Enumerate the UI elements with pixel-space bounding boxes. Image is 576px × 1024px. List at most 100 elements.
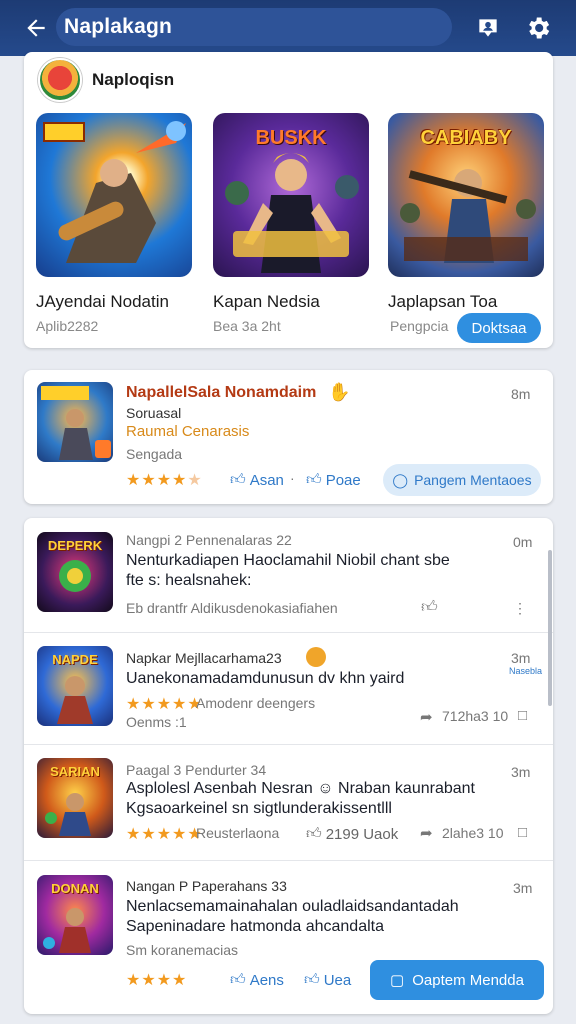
settings-button[interactable] (520, 10, 556, 46)
thumbs-up-icon[interactable]: 👍︎ (421, 598, 438, 617)
feed-action-2-label: Uea (323, 971, 352, 989)
feed-thumbnail: SARIAN (37, 758, 113, 838)
promo-action-2-label: Poae (325, 471, 361, 489)
bookmark-icon[interactable]: □ (518, 824, 527, 841)
featured-channel-name: Naploqisn (92, 70, 175, 89)
feed-text: Nenturkadiapen Haoclamahil Niobil chant … (126, 552, 450, 569)
feed-rating-stars: ★★★★★ (126, 696, 203, 713)
arrow-left-icon (27, 19, 45, 37)
promo-subtitle: Soruasal (126, 405, 182, 421)
feed-thumbnail: DONAN (37, 875, 113, 955)
game-tile-1[interactable] (36, 113, 192, 277)
download-button[interactable]: Doktsaa (457, 313, 541, 343)
feed-tag: Nasebla (509, 666, 543, 676)
dot-separator: · (290, 470, 295, 486)
feed-time: 3m (513, 880, 533, 896)
promo-card[interactable]: NapallelSala Nonamdaim ✋ 8m Soruasal Rau… (24, 370, 553, 504)
feed-text-2: Kgsaoarkeinel sn sigtlunderakissentlll (126, 800, 392, 817)
featured-card: Naploqisn BUSKK CABIABY JAyendai Nodatin… (24, 52, 553, 348)
gear-icon (529, 17, 550, 39)
game-art-title: BUSKK (255, 127, 327, 149)
badge-icon (306, 647, 326, 667)
top-app-bar: Naplakagn (0, 0, 576, 56)
feed-action-label: 2199 Uaok (325, 825, 399, 843)
profile-button[interactable] (470, 10, 506, 46)
feed-rating-text: Reusterlaona (196, 825, 280, 841)
feed-action[interactable]: 👍︎ 2199 Uaok (306, 825, 398, 843)
feed-thumbnail: DEPERK (37, 532, 113, 612)
thumbs-up-icon: 👍︎ (306, 471, 322, 488)
feed-action-1-label: Aens (249, 971, 284, 989)
feed-text: Nenlacsemamainahalan ouladlaidsandantada… (126, 898, 459, 915)
feed-thumbnail: NAPDE (37, 646, 113, 726)
thumbs-up-icon: 👍︎ (230, 471, 246, 488)
feed-time: 0m (513, 534, 533, 550)
game-tile-3-subtitle: Pengpcia (390, 318, 449, 334)
promo-genre: Sengada (126, 446, 183, 462)
divider (24, 632, 553, 633)
feed-time: 3m (511, 650, 531, 666)
featured-header: Naploqisn (38, 56, 174, 104)
scrollbar[interactable] (548, 550, 552, 706)
feed-thumb-title: NAPDE (52, 652, 98, 667)
feed-thumb-title: DEPERK (47, 538, 103, 553)
promo-rating-stars: ★★★★★ (126, 472, 203, 489)
promo-button[interactable]: ◯ Pangem Mentaoes (383, 464, 541, 496)
feed-meta: Nangpi 2 Pennenalaras 22 (126, 532, 292, 548)
promo-like-icon: ✋ (328, 382, 351, 402)
promo-thumbnail (37, 382, 113, 462)
share-icon[interactable]: ➦ (420, 708, 433, 726)
game-tile-2[interactable]: BUSKK (213, 113, 369, 277)
feed-text: Asplolesl Asenbah Nesran ☺ Nraban kaunra… (126, 780, 475, 797)
avatar[interactable] (38, 58, 82, 102)
feed-rating-stars: ★★★★★ (126, 826, 203, 843)
promo-time: 8m (511, 386, 531, 402)
feed-action-1[interactable]: 👍︎ Aens (230, 971, 284, 989)
feed-meta: Paagal 3 Pendurter 34 (126, 762, 267, 778)
feed-thumb-title: SARIAN (50, 764, 100, 779)
promo-title: NapallelSala Nonamdaim (126, 384, 317, 401)
feed-meta: Napkar Mejllacarhama23 (126, 650, 282, 666)
feed-count: 712ha3 10 (442, 708, 509, 724)
promo-action-2[interactable]: 👍︎ Poae (306, 471, 361, 489)
feed-action-2[interactable]: 👍︎ Uea (304, 971, 351, 989)
promo-category: Raumal Cenarasis (126, 423, 250, 440)
game-tile-3[interactable]: CABIABY (388, 113, 544, 277)
game-tile-2-title[interactable]: Kapan Nedsia (213, 292, 320, 312)
share-icon[interactable]: ➦ (420, 824, 433, 842)
game-tile-3-title[interactable]: Japlapsan Toa (388, 292, 497, 312)
divider (24, 744, 553, 745)
feed-sub: Oenms :1 (126, 714, 187, 730)
feed-text-2: Sapeninadare hatmonda ahcandalta (126, 918, 384, 935)
title-search-field[interactable]: Naplakagn (56, 8, 452, 46)
feed-rating-text: Amodenr deengers (196, 695, 316, 711)
feed-text-2: fte s: healsnahek: (126, 572, 252, 589)
feed-thumb-title: DONAN (51, 881, 99, 896)
promo-action-1[interactable]: 👍︎ Asan (230, 471, 284, 489)
feed-meta: Nangan P Paperahans 33 (126, 878, 287, 894)
chat-icon: ▢ (390, 972, 405, 989)
feed-footer: Eb drantfr Aldikusdenokasiafiahen (126, 600, 338, 616)
feed-primary-button-label: Oaptem Mendda (412, 971, 524, 989)
feed-card: DEPERK Nangpi 2 Pennenalaras 22 0m Nentu… (24, 518, 553, 1014)
promo-button-label: Pangem Mentaoes (414, 472, 532, 488)
person-badge-icon (479, 19, 497, 37)
game-tile-1-subtitle: Aplib2282 (36, 318, 99, 334)
circle-icon: ◯ (392, 471, 409, 488)
back-button[interactable] (18, 10, 54, 46)
feed-time: 3m (511, 764, 531, 780)
thumbs-up-icon: 👍︎ (306, 825, 322, 842)
game-tile-1-title[interactable]: JAyendai Nodatin (36, 292, 169, 312)
divider (24, 860, 553, 861)
feed-rating-stars: ★★★★ (126, 972, 188, 989)
feed-text: Uanekonamadamdunusun dv khn yaird (126, 670, 405, 687)
game-tile-2-subtitle: Bea 3a 2ht (213, 318, 281, 334)
feed-sub: Sm koranemacias (126, 942, 239, 958)
more-dot-icon[interactable]: ⋮ (513, 600, 527, 617)
page-title: Naplakagn (64, 15, 172, 38)
feed-primary-button[interactable]: ▢ Oaptem Mendda (370, 960, 544, 1000)
thumbs-up-icon: 👍︎ (304, 971, 320, 988)
thumbs-up-icon: 👍︎ (230, 971, 246, 988)
bookmark-icon[interactable]: □ (518, 707, 527, 724)
promo-action-1-label: Asan (249, 471, 284, 489)
